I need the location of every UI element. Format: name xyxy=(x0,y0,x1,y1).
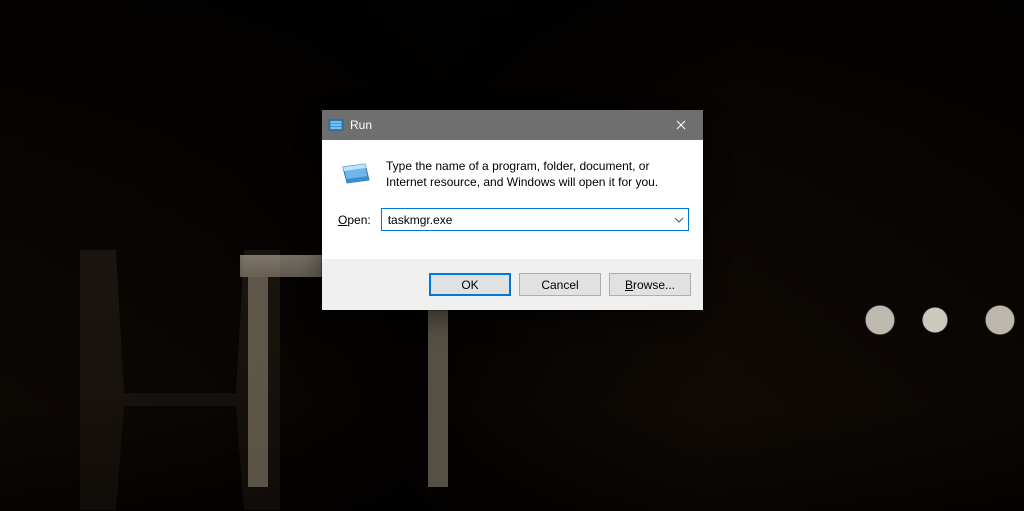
dialog-body: Type the name of a program, folder, docu… xyxy=(322,140,703,231)
dialog-title: Run xyxy=(350,118,372,132)
run-large-icon xyxy=(340,158,372,190)
desktop-wallpaper: Run Type the name of a program, folder, … xyxy=(0,0,1024,511)
titlebar[interactable]: Run xyxy=(322,110,703,140)
open-input[interactable] xyxy=(382,209,670,230)
dialog-description: Type the name of a program, folder, docu… xyxy=(386,158,689,190)
cancel-button[interactable]: Cancel xyxy=(519,273,601,296)
close-icon xyxy=(676,120,686,130)
run-dialog: Run Type the name of a program, folder, … xyxy=(322,110,703,310)
open-label: Open: xyxy=(338,213,371,227)
browse-button[interactable]: Browse... xyxy=(609,273,691,296)
dialog-footer: OK Cancel Browse... xyxy=(322,259,703,310)
open-combobox[interactable] xyxy=(381,208,689,231)
run-titlebar-icon xyxy=(328,117,344,133)
close-button[interactable] xyxy=(658,110,703,140)
ok-button[interactable]: OK xyxy=(429,273,511,296)
chevron-down-icon[interactable] xyxy=(670,209,688,230)
